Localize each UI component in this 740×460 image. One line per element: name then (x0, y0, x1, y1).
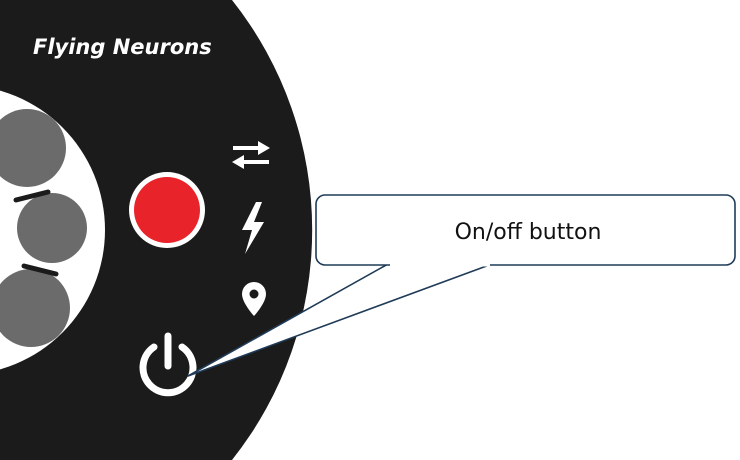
ring-button-middle[interactable] (17, 193, 87, 263)
brand-label: Flying Neurons (33, 35, 212, 59)
device-diagram: Flying Neurons On/off button (0, 0, 736, 460)
callout-label: On/off button (455, 220, 602, 245)
record-indicator[interactable] (134, 177, 200, 243)
